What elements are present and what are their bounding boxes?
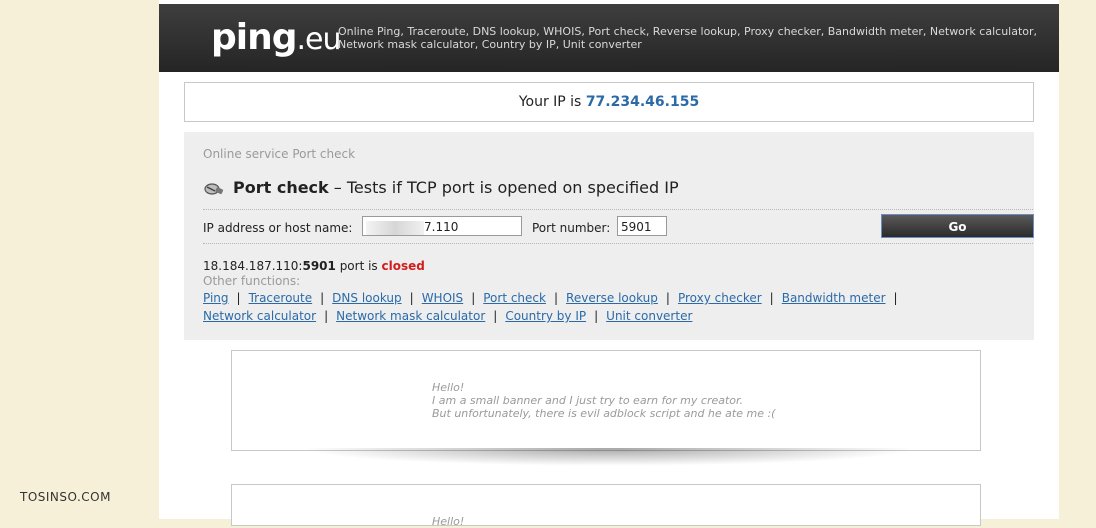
go-button[interactable]: Go: [881, 214, 1034, 238]
result-host: 18.184.187.110:: [203, 259, 303, 273]
your-ip-box: Your IP is 77.234.46.155: [184, 82, 1034, 122]
redacted-region: [366, 220, 424, 235]
logo-main: ping: [211, 17, 298, 58]
link-reverse-lookup[interactable]: Reverse lookup: [566, 291, 658, 305]
port-plug-icon: [203, 181, 225, 197]
link-whois[interactable]: WHOIS: [422, 291, 464, 305]
link-port-check[interactable]: Port check: [483, 291, 546, 305]
host-input-value: 7.110: [424, 220, 459, 234]
site-logo[interactable]: ping.eu: [211, 17, 342, 60]
link-network-calculator[interactable]: Network calculator: [203, 309, 316, 323]
result-port: 5901: [302, 259, 336, 273]
logo-tld: .eu: [296, 22, 342, 57]
page-container: ping.eu Online Ping, Traceroute, DNS loo…: [159, 0, 1059, 528]
link-bandwidth-meter[interactable]: Bandwidth meter: [782, 291, 886, 305]
banner-line-1: Hello!: [432, 381, 465, 394]
host-input[interactable]: 7.110: [362, 216, 522, 236]
link-country-by-ip[interactable]: Country by IP: [505, 309, 586, 323]
host-label: IP address or host name:: [203, 221, 353, 235]
watermark-text: TOSINSO.COM: [20, 490, 111, 504]
banner-shadow: [299, 448, 919, 466]
result-line: 18.184.187.110:5901 port is closed: [203, 259, 425, 273]
result-text: port is: [335, 259, 382, 273]
header-tagline: Online Ping, Traceroute, DNS lookup, WHO…: [338, 25, 1038, 51]
link-proxy-checker[interactable]: Proxy checker: [678, 291, 762, 305]
service-title: Port check: [233, 178, 329, 197]
port-input[interactable]: 5901: [617, 216, 667, 236]
link-network-mask-calculator[interactable]: Network mask calculator: [336, 309, 485, 323]
service-subtitle: – Tests if TCP port is opened on specifi…: [333, 178, 679, 197]
your-ip-label: Your IP is: [518, 94, 582, 110]
service-title-row: Port check – Tests if TCP port is opened…: [203, 178, 679, 197]
link-traceroute[interactable]: Traceroute: [249, 291, 313, 305]
other-functions-links: Ping | Traceroute | DNS lookup | WHOIS | Port ch…: [203, 291, 898, 323]
ad-banner: Hello! I am a small banner and I just tr…: [231, 350, 981, 451]
link-dns-lookup[interactable]: DNS lookup: [332, 291, 401, 305]
banner-message: Hello! I am a small banner and I just tr…: [432, 381, 775, 420]
result-status: closed: [381, 259, 425, 273]
site-header: ping.eu Online Ping, Traceroute, DNS loo…: [159, 4, 1059, 72]
port-check-panel: Online service Port check Port check – T…: [184, 132, 1034, 340]
link-unit-converter[interactable]: Unit converter: [606, 309, 692, 323]
banner-message-partial: Hello!: [432, 515, 465, 528]
divider: [203, 243, 1033, 244]
divider: [203, 209, 1033, 210]
port-label: Port number:: [532, 221, 611, 235]
your-ip-value: 77.234.46.155: [585, 94, 700, 110]
service-caption: Online service Port check: [203, 147, 356, 161]
banner-line-2: I am a small banner and I just try to ea…: [432, 394, 744, 407]
banner-line-3: But unfortunately, there is evil adblock…: [432, 407, 776, 420]
other-functions-label: Other functions:: [203, 274, 301, 288]
link-ping[interactable]: Ping: [203, 291, 229, 305]
ad-banner-2: Hello!: [231, 484, 981, 528]
